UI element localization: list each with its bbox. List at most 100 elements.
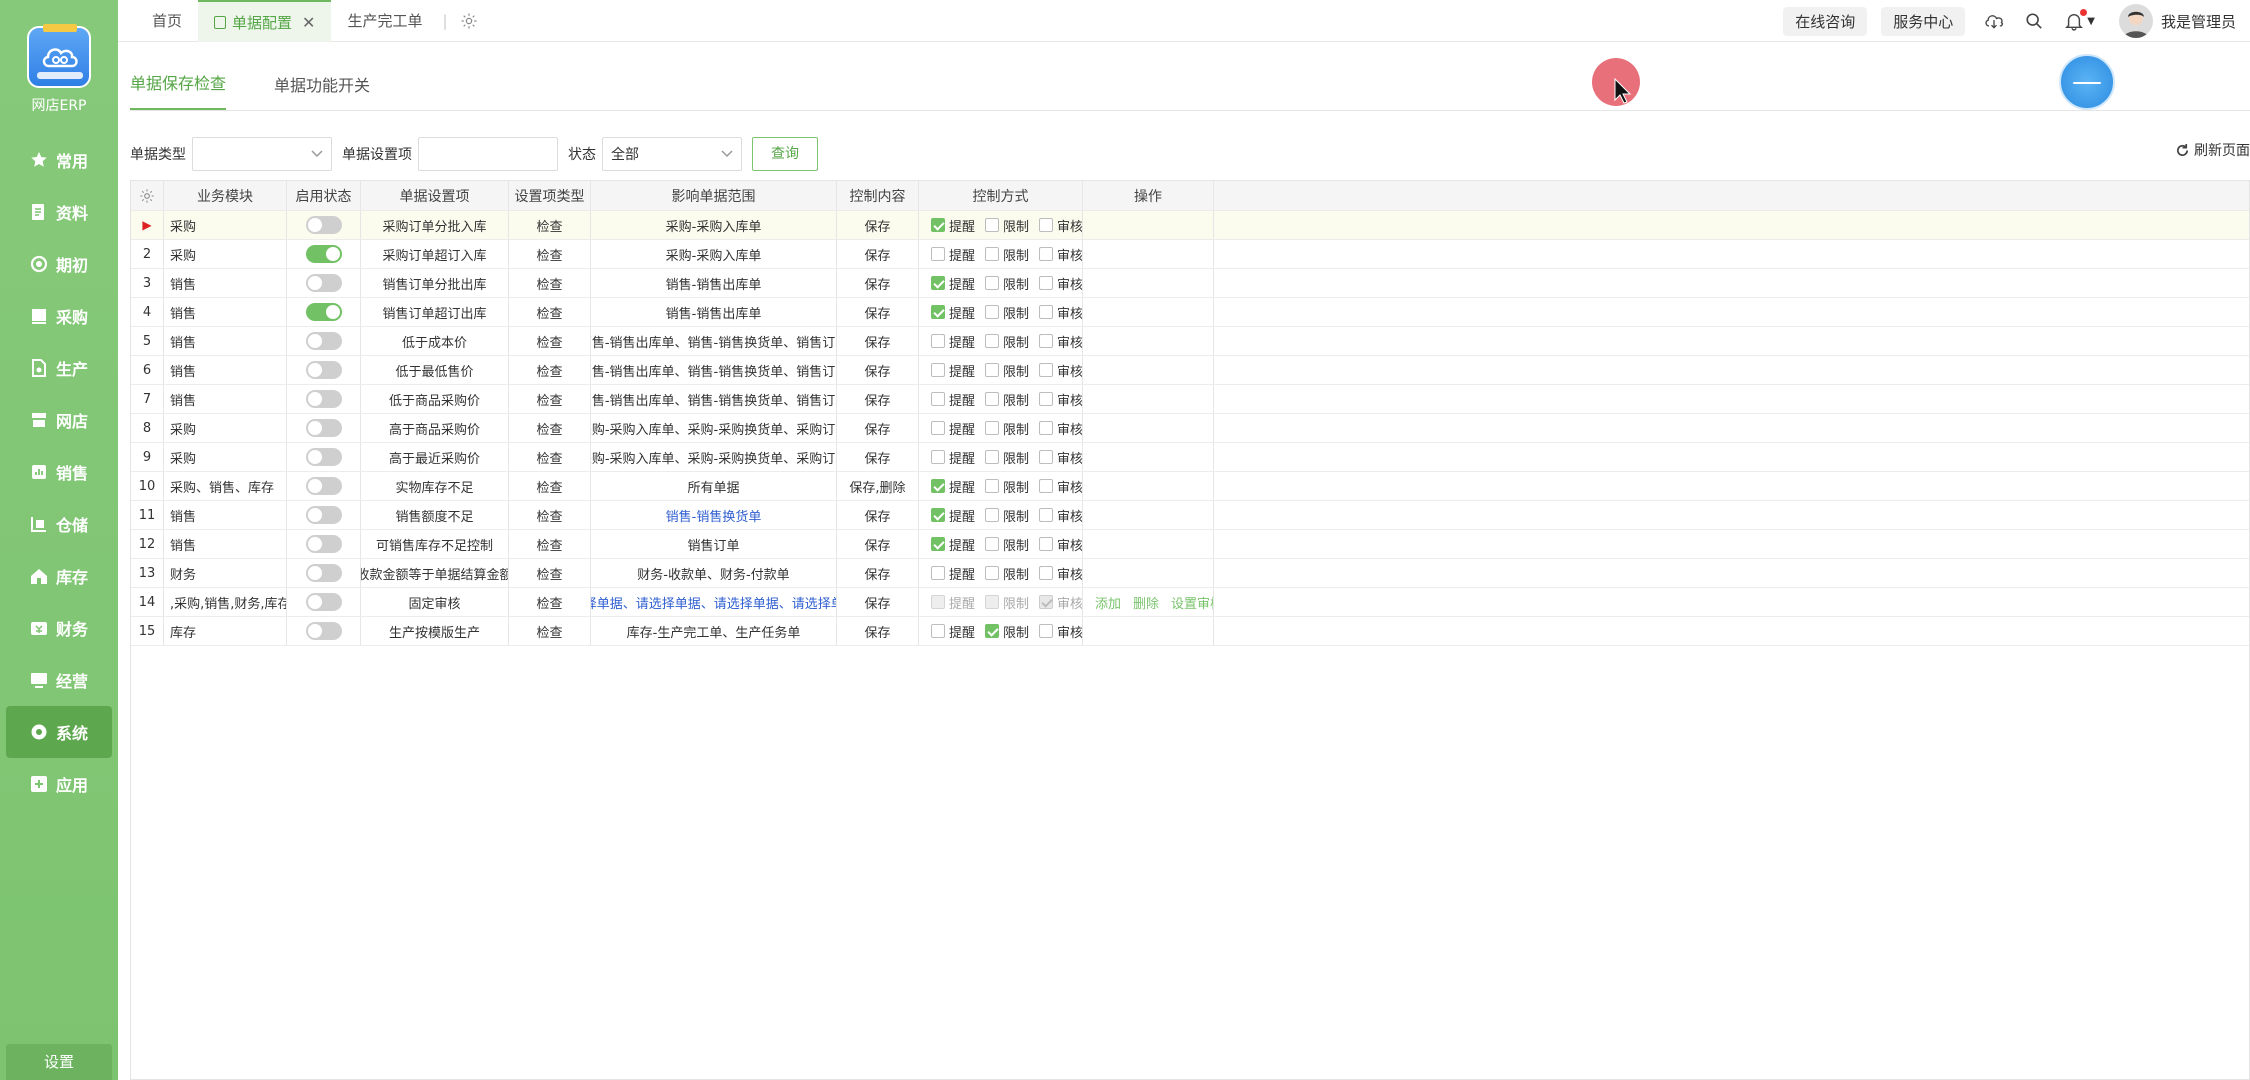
limit-checkbox[interactable]: 限制 bbox=[985, 477, 1029, 496]
table-row[interactable]: ▶ 采购 采购订单分批入库 检查 采购-采购入库单 保存 提醒 限制 审核 bbox=[131, 211, 2249, 240]
audit-checkbox[interactable]: 审核 bbox=[1039, 274, 1082, 293]
enable-toggle[interactable] bbox=[305, 390, 342, 408]
checkbox-box[interactable] bbox=[985, 421, 1000, 435]
table-row[interactable]: 8 采购 高于商品采购价 检查 采购-采购入库单、采购-采购换货单、采购订单 保存 提醒 限制… bbox=[131, 414, 2249, 443]
table-row[interactable]: 2 采购 采购订单超订入库 检查 采购-采购入库单 保存 提醒 限制 审核 bbox=[131, 240, 2249, 269]
sidebar-item-10[interactable]: 经营 bbox=[0, 654, 118, 706]
enable-toggle[interactable] bbox=[305, 245, 342, 263]
checkbox-box[interactable] bbox=[931, 595, 945, 609]
tab-doc-config[interactable]: 单据配置 ✕ bbox=[198, 0, 332, 42]
remind-checkbox[interactable]: 提醒 bbox=[931, 477, 975, 496]
remind-checkbox[interactable]: 提醒 bbox=[931, 506, 975, 525]
checkbox-box[interactable] bbox=[931, 479, 945, 493]
bell-icon[interactable] bbox=[2063, 9, 2088, 32]
subtab-function-switch[interactable]: 单据功能开关 bbox=[274, 72, 370, 110]
sidebar-item-8[interactable]: 库存 bbox=[0, 550, 118, 602]
enable-toggle[interactable] bbox=[305, 361, 342, 379]
limit-checkbox[interactable]: 限制 bbox=[985, 390, 1029, 409]
checkbox-box[interactable] bbox=[1039, 450, 1054, 464]
status-select[interactable]: 全部 bbox=[602, 137, 742, 171]
audit-checkbox[interactable]: 审核 bbox=[1039, 332, 1082, 351]
online-consult-button[interactable]: 在线咨询 bbox=[1783, 6, 1868, 36]
sidebar-item-5[interactable]: 网店 bbox=[0, 394, 118, 446]
enable-toggle[interactable] bbox=[305, 274, 342, 292]
table-row[interactable]: 12 销售 可销售库存不足控制 检查 销售订单 保存 提醒 限制 审核 bbox=[131, 530, 2249, 559]
audit-checkbox[interactable]: 审核 bbox=[1039, 390, 1082, 409]
header-scope[interactable]: 影响单据范围 bbox=[591, 181, 837, 210]
checkbox-box[interactable] bbox=[1039, 479, 1054, 493]
enable-toggle[interactable] bbox=[305, 303, 342, 321]
checkbox-box[interactable] bbox=[985, 218, 1000, 232]
header-control-content[interactable]: 控制内容 bbox=[837, 181, 919, 210]
limit-checkbox[interactable]: 限制 bbox=[985, 303, 1029, 322]
row-action-link[interactable]: 添加 bbox=[1095, 593, 1121, 612]
checkbox-box[interactable] bbox=[1039, 363, 1054, 377]
remind-checkbox[interactable]: 提醒 bbox=[931, 216, 975, 235]
doc-type-select[interactable] bbox=[192, 137, 332, 171]
checkbox-box[interactable] bbox=[985, 305, 1000, 319]
limit-checkbox[interactable]: 限制 bbox=[985, 332, 1029, 351]
checkbox-box[interactable] bbox=[985, 479, 1000, 493]
table-row[interactable]: 6 销售 低于最低售价 检查 销售-销售出库单、销售-销售换货单、销售订单 保存 提醒 限制 审… bbox=[131, 356, 2249, 385]
close-icon[interactable]: ✕ bbox=[302, 13, 315, 32]
checkbox-box[interactable] bbox=[931, 537, 945, 551]
checkbox-box[interactable] bbox=[985, 363, 1000, 377]
checkbox-box[interactable] bbox=[985, 450, 1000, 464]
chevron-down-icon[interactable]: ▼ bbox=[2087, 16, 2095, 27]
enable-toggle[interactable] bbox=[305, 216, 342, 234]
checkbox-box[interactable] bbox=[985, 595, 1000, 609]
row-action-link[interactable]: 设置审核人 bbox=[1171, 593, 1213, 612]
service-center-button[interactable]: 服务中心 bbox=[1881, 6, 1966, 36]
checkbox-box[interactable] bbox=[1039, 537, 1054, 551]
sidebar-item-3[interactable]: 采购 bbox=[0, 290, 118, 342]
audit-checkbox[interactable]: 审核 bbox=[1039, 622, 1082, 641]
enable-toggle[interactable] bbox=[305, 332, 342, 350]
checkbox-box[interactable] bbox=[931, 421, 945, 435]
cell-scope[interactable]: 销售-销售换货单 bbox=[591, 501, 837, 529]
table-row[interactable]: 13 财务 收款金额等于单据结算金额 检查 财务-收款单、财务-付款单 保存 提醒 限制 审核 bbox=[131, 559, 2249, 588]
checkbox-box[interactable] bbox=[1039, 624, 1054, 638]
tab-home[interactable]: 首页 bbox=[136, 0, 198, 42]
remind-checkbox[interactable]: 提醒 bbox=[931, 245, 975, 264]
audit-checkbox[interactable]: 审核 bbox=[1039, 216, 1082, 235]
sidebar-item-1[interactable]: 资料 bbox=[0, 186, 118, 238]
limit-checkbox[interactable]: 限制 bbox=[985, 593, 1029, 612]
sidebar-item-0[interactable]: 常用 bbox=[0, 134, 118, 186]
sidebar-item-4[interactable]: 生产 bbox=[0, 342, 118, 394]
subtab-save-check[interactable]: 单据保存检查 bbox=[130, 70, 227, 110]
remind-checkbox[interactable]: 提醒 bbox=[931, 390, 975, 409]
table-row[interactable]: 9 采购 高于最近采购价 检查 采购-采购入库单、采购-采购换货单、采购订单 保存 提醒 限制… bbox=[131, 443, 2249, 472]
checkbox-box[interactable] bbox=[985, 537, 1000, 551]
sidebar-item-7[interactable]: 仓储 bbox=[0, 498, 118, 550]
limit-checkbox[interactable]: 限制 bbox=[985, 564, 1029, 583]
limit-checkbox[interactable]: 限制 bbox=[985, 361, 1029, 380]
checkbox-box[interactable] bbox=[931, 305, 945, 319]
setting-item-input[interactable] bbox=[418, 137, 558, 171]
gear-icon[interactable] bbox=[460, 12, 478, 30]
checkbox-box[interactable] bbox=[1039, 247, 1054, 261]
checkbox-box[interactable] bbox=[1039, 421, 1054, 435]
checkbox-box[interactable] bbox=[931, 218, 945, 232]
checkbox-box[interactable] bbox=[1039, 305, 1054, 319]
checkbox-box[interactable] bbox=[985, 334, 1000, 348]
tab-production[interactable]: 生产完工单 bbox=[331, 0, 438, 42]
audit-checkbox[interactable]: 审核 bbox=[1039, 506, 1082, 525]
header-setting-item[interactable]: 单据设置项 bbox=[361, 181, 509, 210]
checkbox-box[interactable] bbox=[931, 247, 945, 261]
checkbox-box[interactable] bbox=[931, 392, 945, 406]
table-row[interactable]: 3 销售 销售订单分批出库 检查 销售-销售出库单 保存 提醒 限制 审核 bbox=[131, 269, 2249, 298]
checkbox-box[interactable] bbox=[931, 566, 945, 580]
checkbox-box[interactable] bbox=[1039, 334, 1054, 348]
limit-checkbox[interactable]: 限制 bbox=[985, 216, 1029, 235]
audit-checkbox[interactable]: 审核 bbox=[1039, 477, 1082, 496]
avatar[interactable] bbox=[2118, 4, 2153, 38]
sidebar-item-6[interactable]: 销售 bbox=[0, 446, 118, 498]
checkbox-box[interactable] bbox=[1039, 595, 1054, 609]
remind-checkbox[interactable]: 提醒 bbox=[931, 361, 975, 380]
remind-checkbox[interactable]: 提醒 bbox=[931, 419, 975, 438]
sidebar-item-2[interactable]: 期初 bbox=[0, 238, 118, 290]
remind-checkbox[interactable]: 提醒 bbox=[931, 303, 975, 322]
remind-checkbox[interactable]: 提醒 bbox=[931, 622, 975, 641]
enable-toggle[interactable] bbox=[305, 477, 342, 495]
settings-button[interactable]: 设置 bbox=[6, 1044, 112, 1080]
